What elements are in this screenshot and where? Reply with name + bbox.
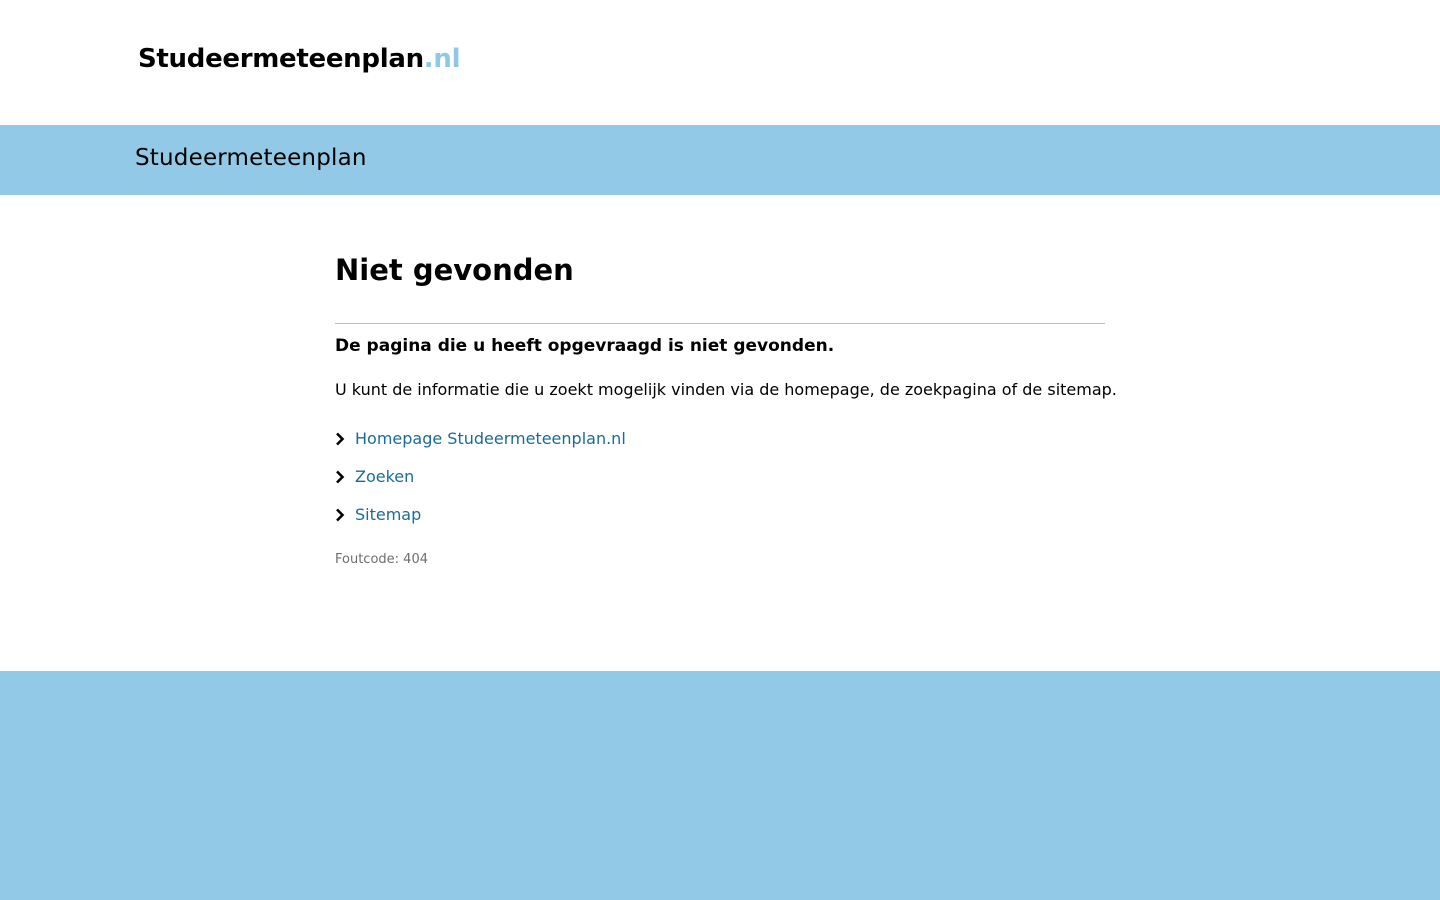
banner-title: Studeermeteenplan	[135, 145, 367, 171]
site-footer	[0, 671, 1440, 900]
link-homepage[interactable]: Homepage Studeermeteenplan.nl	[355, 428, 626, 450]
link-sitemap[interactable]: Sitemap	[355, 504, 421, 526]
site-header: Studeermeteenplan.nl	[0, 0, 1440, 125]
list-item: Zoeken	[335, 466, 626, 504]
logo-tld: .nl	[423, 44, 461, 74]
error-code: Foutcode: 404	[335, 552, 428, 567]
intro-text: U kunt de informatie die u zoekt mogelij…	[335, 380, 1117, 399]
site-banner: Studeermeteenplan	[0, 125, 1440, 195]
chevron-right-icon	[335, 466, 355, 488]
chevron-right-icon	[335, 504, 355, 526]
lead-text: De pagina die u heeft opgevraagd is niet…	[335, 336, 835, 356]
site-logo[interactable]: Studeermeteenplan.nl	[138, 44, 460, 74]
logo-name: Studeermeteenplan	[138, 44, 424, 74]
chevron-right-icon	[335, 428, 355, 450]
list-item: Sitemap	[335, 504, 626, 542]
page-title: Niet gevonden	[335, 253, 574, 287]
help-links-list: Homepage Studeermeteenplan.nl Zoeken Sit…	[335, 428, 626, 542]
title-divider	[335, 323, 1105, 324]
list-item: Homepage Studeermeteenplan.nl	[335, 428, 626, 466]
link-search[interactable]: Zoeken	[355, 466, 414, 488]
